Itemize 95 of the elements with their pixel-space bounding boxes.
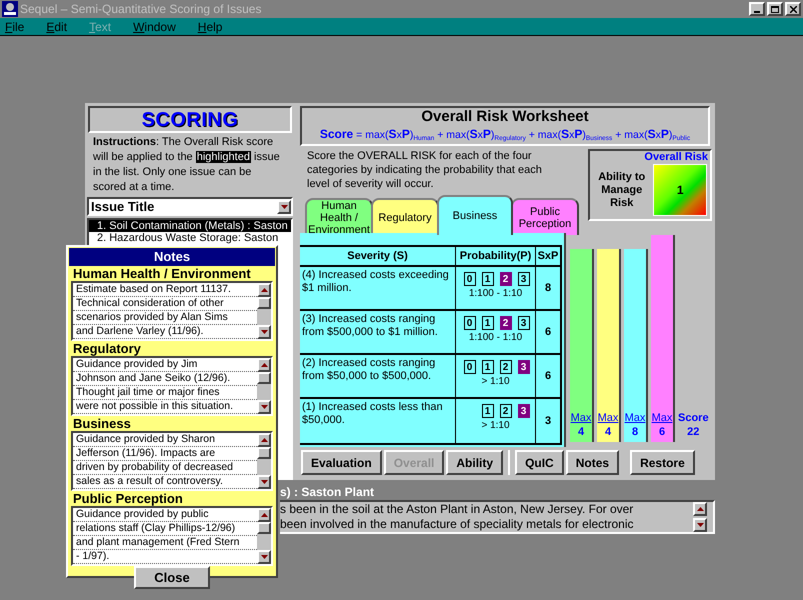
probability-option[interactable]: 1 — [482, 360, 494, 374]
scroll-down-icon[interactable] — [693, 518, 707, 532]
app-icon — [2, 1, 18, 17]
close-icon — [790, 6, 796, 12]
column-header: Probability(P) — [456, 247, 536, 265]
scroll-down-icon[interactable] — [257, 325, 271, 339]
severity-cell: (4) Increased costs exceeding $1 million. — [300, 267, 456, 309]
ability-label: Ability to Manage Risk — [597, 170, 646, 210]
issue-item[interactable]: 1. Soil Contamination (Metals) : Saston — [89, 220, 291, 232]
severity-cell: (3) Increased costs ranging from $500,000 to $1 million. — [300, 311, 456, 353]
score-value: 22 — [687, 425, 700, 439]
probability-range: > 1:10 — [481, 375, 510, 389]
category-tab[interactable]: Public Perception — [511, 198, 579, 235]
max-link[interactable]: Max — [652, 411, 672, 425]
menu-item[interactable]: File — [0, 18, 30, 36]
close-notes-button[interactable]: Close — [134, 566, 210, 589]
probability-option[interactable]: 0 — [464, 316, 476, 330]
scroll-thumb[interactable] — [257, 447, 271, 459]
max-value: 4 — [604, 425, 612, 439]
overall-risk-title: Overall Risk — [644, 151, 709, 164]
sxp-cell-text: 8 — [544, 280, 552, 296]
max-link[interactable]: Max — [570, 411, 592, 425]
scroll-thumb[interactable] — [257, 522, 271, 534]
worksheet-title: Overall Risk Worksheet — [421, 108, 589, 126]
notes-heading: Human Health / Environment — [72, 266, 252, 281]
probability-range: > 1:10 — [481, 419, 510, 433]
sxp-cell-text: 6 — [544, 368, 552, 384]
notes-heading: Business — [72, 416, 132, 431]
score-formula: Score = max(SxP)$_{Human}$ + max(SxP)$_{Regulatory}$ + max(SxP)$_{Business}$ + max(SxP)$_{Public}$ — [320, 126, 690, 143]
detail-line: been involved in the manufacture of speciality metals for electronic — [280, 517, 635, 532]
instructions-text: Instructions: The Overall Risk score will be applied to the highlighted issue in the list. Only one issue can be scored at a time. — [92, 135, 281, 195]
notes-title: Notes — [154, 248, 190, 266]
notes-heading: Public Perception — [72, 491, 184, 506]
probability-option[interactable]: 2 — [500, 360, 512, 374]
probability-range: 1:100 - 1:10 — [468, 287, 522, 301]
menu-item[interactable]: Help — [192, 18, 228, 36]
severity-cell: (1) Increased costs less than $50,000. — [300, 399, 456, 443]
sxp-cell-text: 3 — [544, 414, 552, 429]
probability-option[interactable]: 2 — [500, 404, 512, 418]
severity-cell: (2) Increased costs ranging from $50,000 to $500,000. — [300, 355, 456, 397]
maximize-button[interactable] — [767, 2, 783, 16]
probability-option[interactable]: 3 — [518, 316, 530, 330]
probability-option[interactable]: 3 — [518, 272, 530, 286]
max-value: 6 — [658, 425, 666, 439]
probability-option[interactable]: 1 — [482, 316, 494, 330]
probability-option[interactable]: 0 — [464, 360, 476, 374]
probability-range: 1:100 - 1:10 — [468, 331, 522, 345]
probability-option[interactable]: 3 — [518, 360, 530, 374]
max-value: 8 — [632, 425, 638, 439]
scroll-up-icon[interactable] — [257, 433, 271, 447]
category-tab[interactable]: Regulatory — [371, 198, 439, 235]
scroll-up-icon[interactable] — [257, 358, 271, 372]
issue-detail-title: s) : Saston Plant — [280, 484, 376, 500]
minimize-button[interactable] — [749, 2, 765, 16]
issue-title-dropdown[interactable]: Issue Title — [87, 197, 293, 216]
scroll-down-icon[interactable] — [257, 475, 271, 489]
scroll-thumb[interactable] — [257, 372, 271, 384]
max-value: 4 — [578, 425, 584, 439]
close-button[interactable] — [785, 2, 801, 16]
scroll-up-icon[interactable] — [693, 502, 707, 516]
notes-heading: Regulatory — [72, 341, 142, 356]
risk-value: 1 — [653, 164, 707, 216]
window-button[interactable]: QuIC — [515, 450, 564, 475]
category-tab[interactable]: Business — [437, 195, 513, 235]
menu-item[interactable]: Edit — [41, 18, 72, 36]
max-link[interactable]: Max — [624, 411, 646, 425]
scroll-down-icon[interactable] — [257, 550, 271, 564]
category-tab[interactable]: Human Health / Environment — [305, 198, 373, 235]
probability-option[interactable]: 3 — [518, 404, 530, 418]
probability-option[interactable]: 2 — [500, 316, 512, 330]
window-button[interactable]: Notes — [566, 450, 620, 475]
detail-line: s been in the soil at the Aston Plant in Aston, New Jersey. For over — [280, 502, 634, 517]
issue-item[interactable]: 2. Hazardous Waste Storage: Saston — [89, 232, 291, 244]
scroll-up-icon[interactable] — [257, 283, 271, 297]
probability-option[interactable]: 2 — [500, 272, 512, 286]
scroll-down-icon[interactable] — [257, 400, 271, 414]
probability-option[interactable]: 1 — [482, 272, 494, 286]
scoring-heading: SCORING — [142, 108, 238, 132]
column-header: SxP — [536, 249, 560, 264]
window-button[interactable]: Evaluation — [301, 450, 382, 475]
menu-item[interactable]: Window — [128, 18, 181, 36]
window-button[interactable]: Ability — [446, 450, 504, 475]
sxp-cell-text: 6 — [544, 324, 552, 340]
minimize-icon — [754, 11, 760, 14]
window-button[interactable]: Restore — [630, 450, 695, 475]
score-label: Score — [678, 411, 709, 425]
column-header: Severity (S) — [300, 247, 456, 265]
max-link[interactable]: Max — [598, 411, 618, 425]
scroll-up-icon[interactable] — [257, 508, 271, 522]
maximize-icon — [771, 6, 779, 12]
scroll-thumb[interactable] — [257, 297, 271, 309]
probability-option[interactable]: 0 — [464, 272, 476, 286]
description-text: Score the OVERALL RISK for each of the four categories by indicating the probability that each level of severity will occur. — [306, 149, 543, 191]
probability-option[interactable]: 1 — [482, 404, 494, 418]
window-title: Sequel – Semi-Quantitative Scoring of Issues — [20, 1, 262, 18]
